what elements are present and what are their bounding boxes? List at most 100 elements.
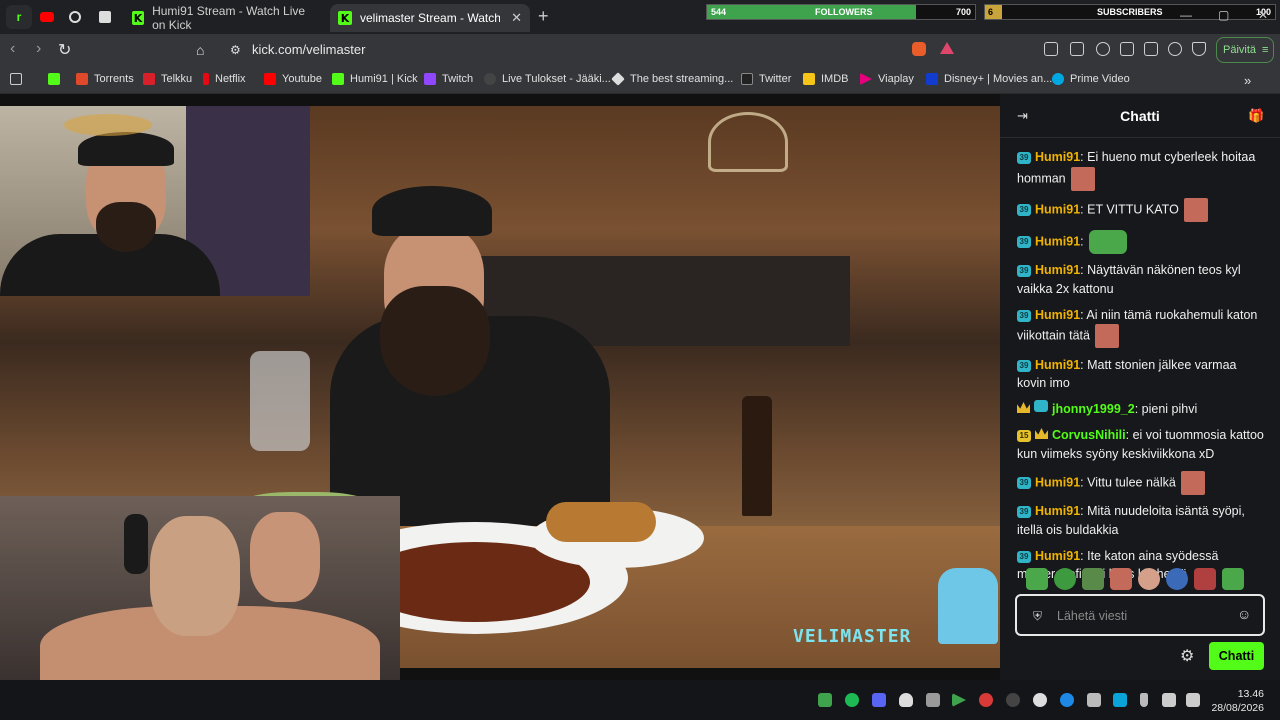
site-info-icon[interactable]: ⚙ bbox=[230, 43, 241, 57]
volume-icon[interactable] bbox=[1162, 693, 1176, 707]
address-bar[interactable]: kick.com/velimaster bbox=[252, 42, 365, 57]
defender-icon[interactable] bbox=[1113, 693, 1127, 707]
apps-icon[interactable] bbox=[10, 73, 28, 85]
ceiling-lamp bbox=[64, 114, 152, 136]
pinned-tab-bag[interactable] bbox=[92, 5, 118, 29]
bookmark-viaplay[interactable]: Viaplay bbox=[860, 73, 914, 85]
chat-username[interactable]: CorvusNihili bbox=[1052, 428, 1126, 442]
chat-message-input[interactable] bbox=[1057, 606, 1227, 626]
sidebar-icon[interactable] bbox=[1120, 42, 1134, 56]
chat-settings-gear-icon[interactable]: ⚙ bbox=[1180, 646, 1194, 666]
gift-icon[interactable]: 🎁 bbox=[1248, 108, 1264, 124]
spotify-icon[interactable] bbox=[845, 693, 859, 707]
more-bookmarks-icon[interactable]: » bbox=[1244, 73, 1251, 88]
media-icon[interactable] bbox=[1096, 42, 1110, 56]
face-emote-icon[interactable] bbox=[1194, 568, 1216, 590]
subscriber-badge-icon: 39 bbox=[1017, 152, 1031, 164]
bookmark-twitter[interactable]: Twitter bbox=[741, 73, 791, 85]
close-tab-icon[interactable]: ✕ bbox=[511, 10, 522, 26]
play-icon[interactable] bbox=[952, 693, 966, 707]
bookmark-telkku[interactable]: Telkku bbox=[143, 73, 192, 85]
app-icon[interactable] bbox=[979, 693, 993, 707]
potato-wedges bbox=[546, 502, 656, 542]
bookmark-disney[interactable]: Disney+ | Movies an... bbox=[926, 73, 1052, 85]
chat-username[interactable]: Humi91 bbox=[1035, 358, 1080, 372]
pepe-hands-emote-icon[interactable] bbox=[1082, 568, 1104, 590]
pinned-tab-app[interactable] bbox=[62, 5, 88, 29]
extensions-icon[interactable] bbox=[1070, 42, 1084, 56]
usb-icon[interactable] bbox=[1087, 693, 1101, 707]
pepe-emote-icon[interactable] bbox=[1054, 568, 1076, 590]
system-clock[interactable]: 13.46 28/08/2026 bbox=[1206, 687, 1264, 715]
bookmark-humi91-kick[interactable]: Humi91 | Kick bbox=[332, 73, 418, 85]
chat-header: ⇥ Chatti 🎁 bbox=[1000, 94, 1280, 138]
streamer-cap bbox=[372, 186, 492, 236]
maximize-icon[interactable]: ▢ bbox=[1218, 8, 1229, 22]
pepe-emote-icon[interactable] bbox=[1222, 568, 1244, 590]
chat-username[interactable]: Humi91 bbox=[1035, 308, 1080, 322]
bookmark-live-tulokset[interactable]: Live Tulokset - Jääki... bbox=[484, 73, 611, 85]
chat-username[interactable]: jhonny1999_2 bbox=[1052, 402, 1135, 416]
shield-icon[interactable]: ⛨ bbox=[1033, 609, 1042, 624]
bookmark-icon[interactable]: ⌂ bbox=[196, 42, 204, 58]
cloud-icon[interactable] bbox=[899, 693, 913, 707]
bookmark-streaming[interactable]: The best streaming... bbox=[611, 72, 733, 86]
bookmark-youtube[interactable]: Youtube bbox=[264, 73, 322, 85]
vpn-icon[interactable] bbox=[1192, 42, 1206, 56]
app-icon[interactable] bbox=[1006, 693, 1020, 707]
ghost-app-icon[interactable] bbox=[1033, 693, 1047, 707]
close-window-icon[interactable]: ✕ bbox=[1258, 8, 1268, 22]
stream-video-player[interactable]: VELIMASTER bbox=[0, 94, 1000, 680]
back-icon[interactable]: ‹ bbox=[10, 40, 15, 58]
frog-emote-icon[interactable] bbox=[1026, 568, 1048, 590]
chat-username[interactable]: Humi91 bbox=[1035, 150, 1080, 164]
network-icon[interactable] bbox=[1186, 693, 1200, 707]
followers-label: FOLLOWERS bbox=[815, 7, 873, 17]
leo-ai-icon[interactable] bbox=[1168, 42, 1182, 56]
bluetooth-icon[interactable] bbox=[1060, 693, 1074, 707]
chat-text: ET VITTU KATO bbox=[1087, 202, 1179, 217]
screenshot-icon[interactable] bbox=[1044, 42, 1058, 56]
chat-username[interactable]: Humi91 bbox=[1035, 504, 1080, 518]
chat-username[interactable]: Humi91 bbox=[1035, 549, 1080, 563]
crown-badge-icon bbox=[1035, 428, 1048, 439]
steam-icon[interactable] bbox=[926, 693, 940, 707]
face-emote-icon[interactable] bbox=[1138, 568, 1160, 590]
forward-icon[interactable]: › bbox=[36, 40, 41, 58]
bookmark-netflix[interactable]: Netflix bbox=[203, 73, 246, 85]
tab-velimaster[interactable]: K velimaster Stream - Watch Live ✕ bbox=[330, 4, 530, 32]
wallet-icon[interactable] bbox=[1144, 42, 1158, 56]
brave-shields-icon[interactable] bbox=[912, 42, 926, 56]
pinned-tab-youtube[interactable] bbox=[34, 5, 60, 29]
nvidia-icon[interactable] bbox=[818, 693, 832, 707]
send-chat-button[interactable]: Chatti bbox=[1209, 642, 1264, 670]
bookmark-prime-video[interactable]: Prime Video bbox=[1052, 73, 1130, 85]
microphone-icon[interactable] bbox=[1140, 693, 1148, 707]
chat-username[interactable]: Humi91 bbox=[1035, 234, 1080, 248]
chat-username[interactable]: Humi91 bbox=[1035, 263, 1080, 277]
update-button[interactable]: Päivitä ≡ bbox=[1216, 37, 1274, 63]
chat-title: Chatti bbox=[1120, 108, 1160, 124]
emoji-icon[interactable]: ☺ bbox=[1237, 606, 1251, 622]
reload-icon[interactable]: ↻ bbox=[58, 40, 71, 60]
chat-username[interactable]: Humi91 bbox=[1035, 202, 1080, 216]
brave-rewards-icon[interactable] bbox=[940, 42, 954, 54]
pinned-tab-kick[interactable]: r bbox=[6, 5, 32, 29]
torrents-icon bbox=[76, 73, 88, 85]
bookmark-torrents[interactable]: Torrents bbox=[76, 73, 134, 85]
new-tab-button[interactable]: + bbox=[538, 6, 549, 27]
subscriber-badge-icon: 39 bbox=[1017, 476, 1031, 489]
face-emote-icon[interactable] bbox=[1110, 568, 1132, 590]
bookmark-kick-icon[interactable] bbox=[48, 73, 66, 85]
chat-username[interactable]: Humi91 bbox=[1035, 475, 1080, 489]
menu-icon: ≡ bbox=[1262, 44, 1269, 56]
subscriber-badge-icon: 39 bbox=[1017, 204, 1031, 217]
tab-humi91[interactable]: K Humi91 Stream - Watch Live on Kick bbox=[124, 4, 329, 32]
streaming-icon bbox=[611, 72, 625, 86]
bookmark-twitch[interactable]: Twitch bbox=[424, 73, 473, 85]
minimize-icon[interactable]: — bbox=[1180, 8, 1192, 22]
bookmark-imdb[interactable]: IMDB bbox=[803, 73, 849, 85]
pepe-cap-emote-icon[interactable] bbox=[1166, 568, 1188, 590]
discord-icon[interactable] bbox=[872, 693, 886, 707]
headphones-icon bbox=[124, 514, 148, 574]
